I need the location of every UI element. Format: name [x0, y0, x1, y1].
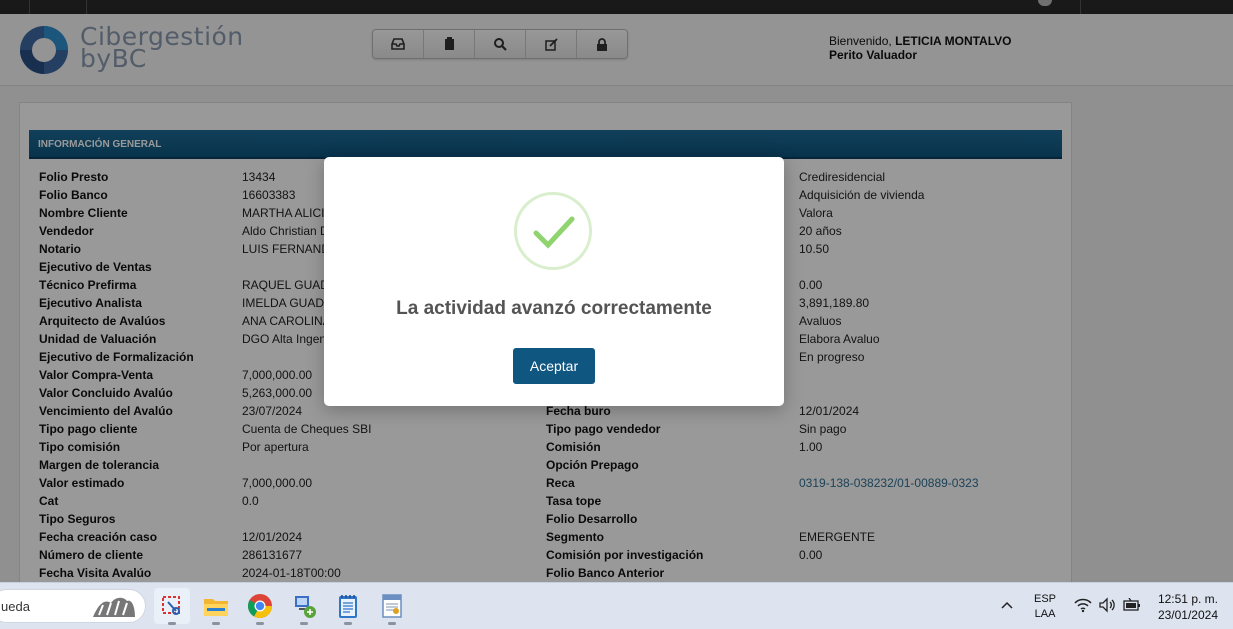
volume-icon[interactable]: [1098, 597, 1116, 613]
chevron-up-icon[interactable]: [1000, 600, 1014, 610]
search-placeholder: ueda: [1, 599, 30, 614]
clock-time: 12:51 p. m.: [1157, 592, 1218, 606]
snipping-tool-icon: [162, 596, 180, 615]
running-indicator: [212, 622, 220, 625]
wifi-icon[interactable]: [1074, 597, 1092, 613]
lang-line-2: LAA: [1034, 608, 1056, 620]
network-app-icon: [295, 596, 316, 618]
notepad-icon: [339, 595, 357, 618]
file-explorer-icon: [204, 599, 228, 616]
chrome-app[interactable]: [242, 588, 278, 625]
check-mark: [533, 216, 575, 249]
running-indicator: [388, 622, 396, 625]
language-indicator[interactable]: ESP LAA: [1034, 592, 1056, 629]
clock-date: 23/01/2024: [1157, 608, 1218, 622]
chrome-icon: [247, 594, 272, 619]
success-check-icon: [514, 192, 592, 270]
file-explorer-app[interactable]: [198, 588, 234, 625]
document-app[interactable]: [374, 588, 410, 625]
lang-line-1: ESP: [1034, 593, 1057, 605]
notepad-app[interactable]: [330, 588, 366, 625]
accept-button[interactable]: Aceptar: [513, 348, 595, 384]
battery-icon[interactable]: [1122, 598, 1142, 612]
running-indicator: [168, 622, 176, 625]
dialog-message: La actividad avanzó correctamente: [396, 298, 712, 319]
clock[interactable]: 12:51 p. m. 23/01/2024: [1150, 591, 1218, 629]
running-indicator: [344, 622, 352, 625]
network-app[interactable]: [286, 588, 322, 625]
document-app-icon: [382, 594, 402, 618]
taskbar-search[interactable]: ueda: [0, 589, 146, 623]
success-dialog: La actividad avanzó correctamente Acepta…: [324, 157, 784, 406]
search-highlight-icon: [93, 597, 135, 617]
running-indicator: [256, 622, 264, 625]
windows-taskbar: ueda ESP LAA 12:51 p. m. 23/01/2024: [0, 582, 1233, 629]
snipping-tool-app[interactable]: [154, 588, 190, 625]
running-indicator: [300, 622, 308, 625]
